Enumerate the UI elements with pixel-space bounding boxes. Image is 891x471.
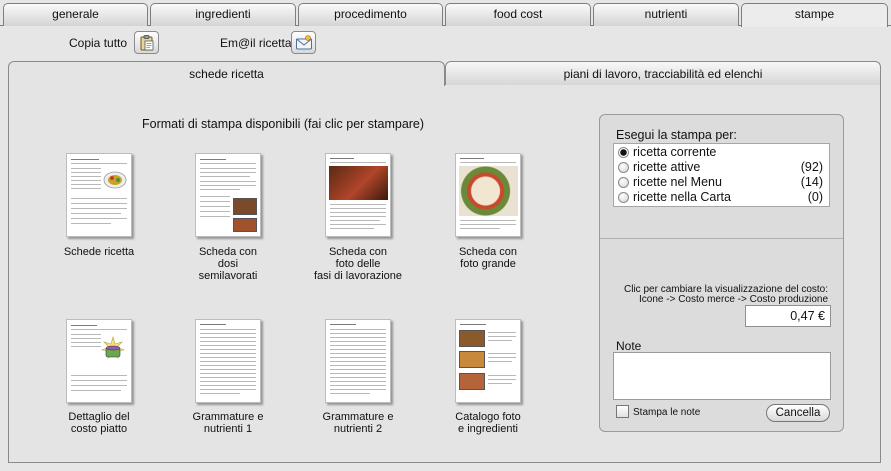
app-window: generale ingredienti procedimento food c… xyxy=(0,0,891,471)
format-scheda-foto-fasi[interactable] xyxy=(325,153,391,237)
email-recipe-button[interactable] xyxy=(291,31,316,54)
format-caption: Catalogo foto e ingredienti xyxy=(455,411,521,435)
clipboard-icon xyxy=(140,35,154,51)
tab-stampe[interactable]: stampe xyxy=(741,3,888,27)
format-caption: Dettaglio del costo piatto xyxy=(68,411,130,435)
format-dettaglio-costo[interactable] xyxy=(66,319,132,403)
format-caption: Scheda con foto delle fasi di lavorazion… xyxy=(313,246,403,282)
tab-schede-ricetta[interactable]: schede ricetta xyxy=(8,61,445,86)
cost-hint-line2: Icone -> Costo merce -> Costo produzione xyxy=(639,294,828,305)
cost-pot-icon xyxy=(100,336,126,360)
format-catalogo-foto[interactable] xyxy=(455,319,521,403)
format-scheda-foto-grande[interactable] xyxy=(455,153,521,237)
format-caption: Scheda con foto grande xyxy=(458,246,518,270)
cost-display[interactable]: 0,47 € xyxy=(745,305,831,327)
tab-generale[interactable]: generale xyxy=(3,3,148,26)
format-caption: Grammature e nutrienti 1 xyxy=(192,411,264,435)
mail-icon xyxy=(296,35,312,50)
format-caption: Schede ricetta xyxy=(63,246,135,258)
option-ricette-nella-carta[interactable]: ricette nella Carta (0) xyxy=(614,190,829,205)
radio-selected[interactable] xyxy=(618,147,629,158)
tab-ingredienti[interactable]: ingredienti xyxy=(150,3,296,26)
main-tab-bar: generale ingredienti procedimento food c… xyxy=(0,0,891,27)
cancel-button[interactable]: Cancella xyxy=(766,404,830,422)
tab-piani-di-lavoro[interactable]: piani di lavoro, tracciabilità ed elench… xyxy=(445,61,881,85)
email-recipe-label: Em@il ricetta xyxy=(220,36,292,50)
copy-all-button[interactable] xyxy=(134,31,159,54)
format-scheda-dosi-semilavorati[interactable] xyxy=(195,153,261,237)
option-ricetta-corrente[interactable]: ricetta corrente xyxy=(614,145,829,160)
panel-divider xyxy=(600,238,843,239)
notes-field[interactable] xyxy=(613,352,831,400)
option-ricette-attive[interactable]: ricette attive (92) xyxy=(614,160,829,175)
option-ricette-nel-menu[interactable]: ricette nel Menu (14) xyxy=(614,175,829,190)
format-caption: Grammature e nutrienti 2 xyxy=(322,411,394,435)
copy-all-label: Copia tutto xyxy=(69,36,128,50)
notes-label: Note xyxy=(616,339,642,353)
radio-unselected[interactable] xyxy=(618,177,629,188)
radio-unselected[interactable] xyxy=(618,162,629,173)
tab-procedimento[interactable]: procedimento xyxy=(298,3,443,26)
radio-unselected[interactable] xyxy=(618,192,629,203)
tab-nutrienti[interactable]: nutrienti xyxy=(593,3,739,26)
format-schede-ricetta[interactable] xyxy=(66,153,132,237)
print-for-title: Esegui la stampa per: xyxy=(616,128,737,142)
print-notes-label: Stampa le note xyxy=(633,407,701,418)
format-caption: Scheda con dosi semilavorati xyxy=(198,246,258,282)
formats-title: Formati di stampa disponibili (fai clic … xyxy=(142,117,425,131)
format-grammature-nutrienti-2[interactable] xyxy=(325,319,391,403)
tab-food-cost[interactable]: food cost xyxy=(445,3,591,26)
format-grammature-nutrienti-1[interactable] xyxy=(195,319,261,403)
print-scope-list: ricetta corrente ricette attive (92) ric… xyxy=(613,143,830,207)
print-notes-checkbox[interactable] xyxy=(616,405,629,418)
dish-photo-icon xyxy=(103,171,127,189)
